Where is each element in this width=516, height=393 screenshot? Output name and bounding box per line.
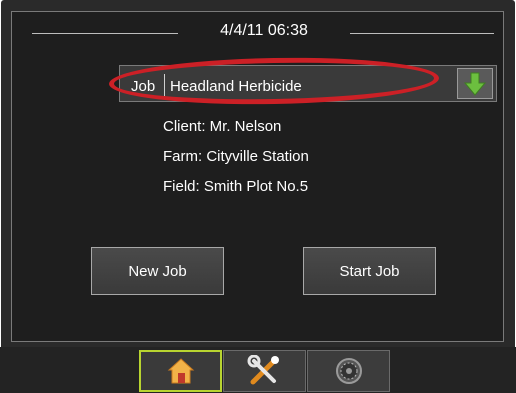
home-icon — [167, 358, 194, 384]
job-value: Headland Herbicide — [170, 78, 302, 95]
job-separator — [164, 74, 165, 96]
gauge-icon — [335, 358, 362, 384]
header-rule-right — [350, 33, 494, 34]
job-dropdown-button[interactable] — [457, 68, 493, 99]
header-rule-left — [32, 33, 178, 34]
client-text: Client: Mr. Nelson — [163, 118, 282, 135]
field-text: Field: Smith Plot No.5 — [163, 178, 309, 195]
datetime-display: 4/4/11 06:38 — [220, 22, 308, 39]
tab-gauge[interactable] — [307, 350, 390, 392]
start-job-button[interactable]: Start Job — [303, 247, 436, 295]
arrow-down-icon — [464, 72, 486, 96]
new-job-button[interactable]: New Job — [91, 247, 224, 295]
tab-tools[interactable] — [223, 350, 306, 392]
tools-icon — [247, 355, 279, 385]
job-label: Job — [131, 78, 156, 95]
tab-home[interactable] — [139, 350, 222, 392]
farm-text: Farm: Cityville Station — [163, 148, 309, 165]
